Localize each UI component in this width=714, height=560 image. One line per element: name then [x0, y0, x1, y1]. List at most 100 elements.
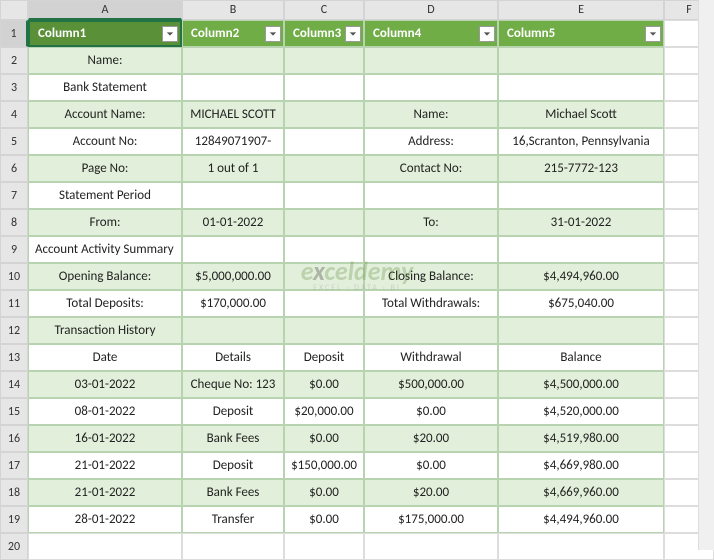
cell-e19[interactable]: $4,494,960.00 — [498, 506, 664, 533]
cell-d6[interactable]: Contact No: — [364, 155, 498, 182]
cell-c7[interactable] — [284, 182, 364, 209]
cell-d5[interactable]: Address: — [364, 128, 498, 155]
row-header-11[interactable]: 11 — [0, 290, 28, 317]
cell-b11[interactable]: $170,000.00 — [182, 290, 284, 317]
cell-b14[interactable]: Cheque No: 123 — [182, 371, 284, 398]
cell-d3[interactable] — [364, 74, 498, 101]
cell-e13[interactable]: Balance — [498, 344, 664, 371]
row-header-6[interactable]: 6 — [0, 155, 28, 182]
vertical-scrollbar[interactable] — [698, 0, 714, 550]
filter-button-c1[interactable] — [162, 26, 178, 42]
cell-a2[interactable]: Name: — [28, 47, 182, 74]
cell-d10[interactable]: Closing Balance: — [364, 263, 498, 290]
cell-d15[interactable]: $0.00 — [364, 398, 498, 425]
cell-a1[interactable]: Column1 — [28, 20, 182, 47]
cell-e16[interactable]: $4,519,980.00 — [498, 425, 664, 452]
cell-e5[interactable]: 16,Scranton, Pennsylvania — [498, 128, 664, 155]
row-header-3[interactable]: 3 — [0, 74, 28, 101]
cell-b16[interactable]: Bank Fees — [182, 425, 284, 452]
cell-e12[interactable] — [498, 317, 664, 344]
cell-c5[interactable] — [284, 128, 364, 155]
cell-c9[interactable] — [284, 236, 364, 263]
col-header-b[interactable]: B — [182, 0, 284, 20]
cell-d2[interactable] — [364, 47, 498, 74]
cell-c14[interactable]: $0.00 — [284, 371, 364, 398]
cell-c8[interactable] — [284, 209, 364, 236]
cell-d19[interactable]: $175,000.00 — [364, 506, 498, 533]
cell-b9[interactable] — [182, 236, 284, 263]
filter-button-c5[interactable] — [645, 26, 661, 42]
cell-d18[interactable]: $20.00 — [364, 479, 498, 506]
cell-a18[interactable]: 21-01-2022 — [28, 479, 182, 506]
select-all-corner[interactable] — [0, 0, 28, 20]
cell-d9[interactable] — [364, 236, 498, 263]
cell-e8[interactable]: 31-01-2022 — [498, 209, 664, 236]
filter-button-c4[interactable] — [479, 26, 495, 42]
cell-b10[interactable]: $5,000,000.00 — [182, 263, 284, 290]
cell-e1[interactable]: Column5 — [498, 20, 664, 47]
cell-c4[interactable] — [284, 101, 364, 128]
cell-a17[interactable]: 21-01-2022 — [28, 452, 182, 479]
cell-a13[interactable]: Date — [28, 344, 182, 371]
cell-a11[interactable]: Total Deposits: — [28, 290, 182, 317]
cell-c1[interactable]: Column3 — [284, 20, 364, 47]
row-header-4[interactable]: 4 — [0, 101, 28, 128]
cell-c17[interactable]: $150,000.00 — [284, 452, 364, 479]
cell-c19[interactable]: $0.00 — [284, 506, 364, 533]
cell-a15[interactable]: 08-01-2022 — [28, 398, 182, 425]
cell-a12[interactable]: Transaction History — [28, 317, 182, 344]
row-header-12[interactable]: 12 — [0, 317, 28, 344]
cell-c15[interactable]: $20,000.00 — [284, 398, 364, 425]
cell-e15[interactable]: $4,520,000.00 — [498, 398, 664, 425]
cell-a5[interactable]: Account No: — [28, 128, 182, 155]
row-header-18[interactable]: 18 — [0, 479, 28, 506]
cell-e7[interactable] — [498, 182, 664, 209]
cell-d16[interactable]: $20.00 — [364, 425, 498, 452]
row-header-2[interactable]: 2 — [0, 47, 28, 74]
row-header-19[interactable]: 19 — [0, 506, 28, 533]
row-header-10[interactable]: 10 — [0, 263, 28, 290]
cell-b5[interactable]: 12849071907- — [182, 128, 284, 155]
cell-e3[interactable] — [498, 74, 664, 101]
cell-e20[interactable] — [498, 533, 664, 560]
cell-d7[interactable] — [364, 182, 498, 209]
cell-b3[interactable] — [182, 74, 284, 101]
cell-c18[interactable]: $0.00 — [284, 479, 364, 506]
row-header-8[interactable]: 8 — [0, 209, 28, 236]
cell-c16[interactable]: $0.00 — [284, 425, 364, 452]
col-header-c[interactable]: C — [284, 0, 364, 20]
cell-e11[interactable]: $675,040.00 — [498, 290, 664, 317]
cell-e4[interactable]: Michael Scott — [498, 101, 664, 128]
cell-d14[interactable]: $500,000.00 — [364, 371, 498, 398]
cell-a9[interactable]: Account Activity Summary — [28, 236, 182, 263]
col-header-e[interactable]: E — [498, 0, 664, 20]
cell-a3[interactable]: Bank Statement — [28, 74, 182, 101]
cell-d1[interactable]: Column4 — [364, 20, 498, 47]
cell-b12[interactable] — [182, 317, 284, 344]
cell-a6[interactable]: Page No: — [28, 155, 182, 182]
cell-a16[interactable]: 16-01-2022 — [28, 425, 182, 452]
cell-c10[interactable] — [284, 263, 364, 290]
cell-d12[interactable] — [364, 317, 498, 344]
cell-d20[interactable] — [364, 533, 498, 560]
row-header-5[interactable]: 5 — [0, 128, 28, 155]
cell-b18[interactable]: Bank Fees — [182, 479, 284, 506]
row-header-16[interactable]: 16 — [0, 425, 28, 452]
cell-b4[interactable]: MICHAEL SCOTT — [182, 101, 284, 128]
row-header-20[interactable]: 20 — [0, 533, 28, 560]
filter-button-c2[interactable] — [265, 26, 281, 42]
cell-c11[interactable] — [284, 290, 364, 317]
row-header-1[interactable]: 1 — [0, 20, 28, 47]
col-header-a[interactable]: A — [28, 0, 182, 20]
cell-e9[interactable] — [498, 236, 664, 263]
cell-c20[interactable] — [284, 533, 364, 560]
cell-e18[interactable]: $4,669,960.00 — [498, 479, 664, 506]
filter-button-c3[interactable] — [345, 26, 361, 42]
cell-b15[interactable]: Deposit — [182, 398, 284, 425]
cell-e14[interactable]: $4,500,000.00 — [498, 371, 664, 398]
row-header-7[interactable]: 7 — [0, 182, 28, 209]
cell-b20[interactable] — [182, 533, 284, 560]
cell-b6[interactable]: 1 out of 1 — [182, 155, 284, 182]
cell-b19[interactable]: Transfer — [182, 506, 284, 533]
cell-a19[interactable]: 28-01-2022 — [28, 506, 182, 533]
